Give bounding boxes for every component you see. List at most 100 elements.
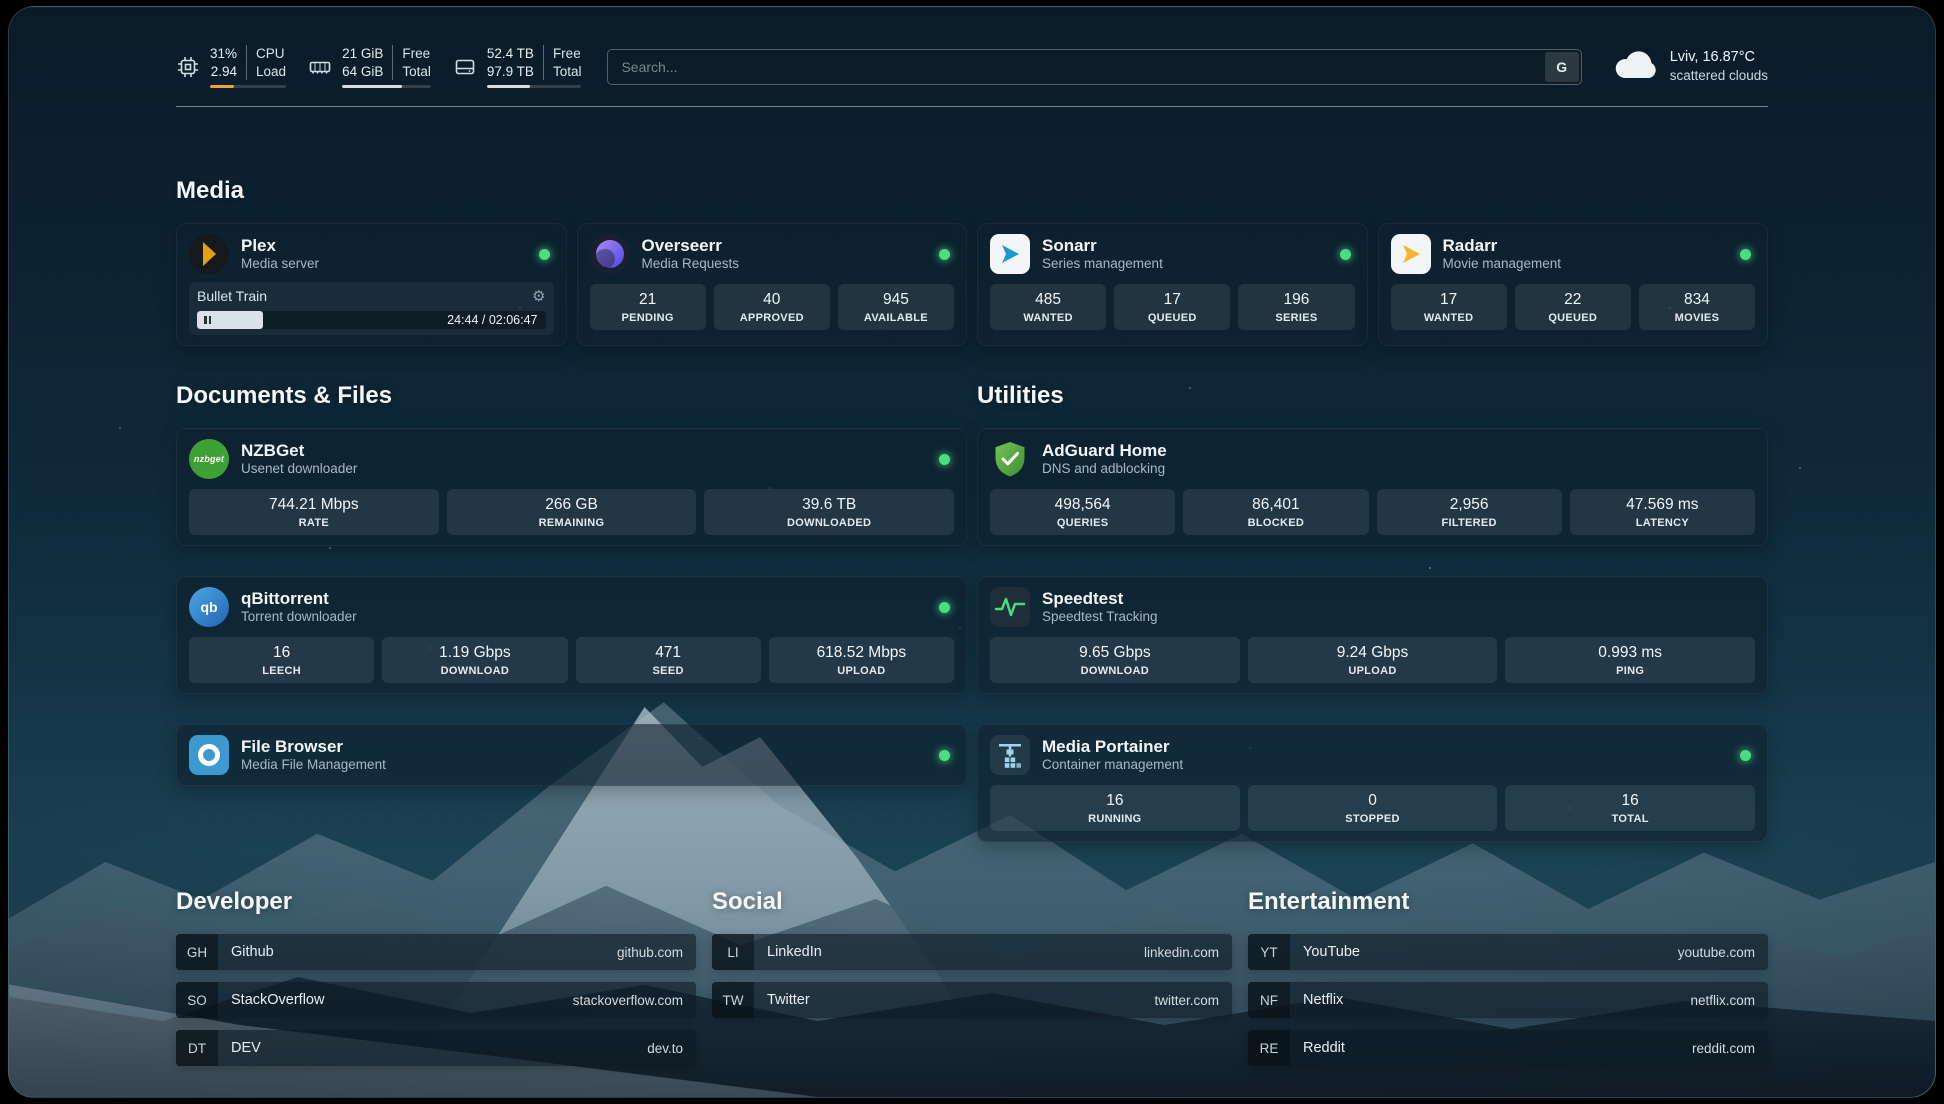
bookmark-abbr: SO [176, 982, 218, 1018]
bookmark-twitter[interactable]: TW Twitter twitter.com [712, 982, 1232, 1018]
service-card-filebrowser[interactable]: File Browser Media File Management [176, 724, 967, 786]
stat-value: 485 [994, 291, 1102, 309]
bookmark-url: stackoverflow.com [573, 993, 683, 1008]
bookmark-name: Reddit [1303, 1040, 1345, 1056]
stat-label: FILTERED [1381, 517, 1558, 529]
stat-label: QUERIES [994, 517, 1171, 529]
stat-queued: 22 QUEUED [1515, 284, 1631, 330]
stat-available: 945 AVAILABLE [838, 284, 954, 330]
stat-value: 0 [1252, 792, 1494, 810]
bookmark-abbr: RE [1248, 1030, 1290, 1066]
stat-label: WANTED [1395, 312, 1503, 324]
gear-icon[interactable]: ⚙ [532, 289, 545, 304]
stat-label: QUEUED [1519, 312, 1627, 324]
bookmark-abbr: YT [1248, 934, 1290, 970]
stat-label: BLOCKED [1187, 517, 1364, 529]
memory-usage-fill [342, 85, 402, 88]
bookmark-reddit[interactable]: RE Reddit reddit.com [1248, 1030, 1768, 1066]
stat-label: PENDING [594, 312, 702, 324]
cpu-usage-fill [210, 85, 234, 88]
stat-label: MOVIES [1643, 312, 1751, 324]
bookmark-url: twitter.com [1154, 993, 1219, 1008]
bookmark-dev[interactable]: DT DEV dev.to [176, 1030, 696, 1066]
section-title-entertainment: Entertainment [1248, 888, 1768, 916]
service-card-plex[interactable]: Plex Media server Bullet Train ⚙ [176, 223, 567, 346]
stat-queued: 17 QUEUED [1114, 284, 1230, 330]
stat-value: 39.6 TB [708, 496, 950, 514]
section-title-documents: Documents & Files [176, 382, 967, 410]
stat-label: DOWNLOADED [708, 517, 950, 529]
disk-label-bottom: Total [553, 63, 582, 81]
service-name: qBittorrent [241, 588, 357, 609]
cpu-load-average: 2.94 [211, 63, 237, 81]
service-subtitle: Torrent downloader [241, 609, 357, 626]
service-name: Plex [241, 235, 319, 256]
stat-value: 17 [1395, 291, 1503, 309]
weather-widget[interactable]: Lviv, 16.87°C scattered clouds [1612, 48, 1768, 86]
search-bar: G [607, 49, 1581, 85]
bookmark-abbr: TW [712, 982, 754, 1018]
stat-approved: 40 APPROVED [714, 284, 830, 330]
stat-value: 16 [193, 644, 370, 662]
stat-label: TOTAL [1509, 813, 1751, 825]
stat-value: 498,564 [994, 496, 1171, 514]
stat-value: 17 [1118, 291, 1226, 309]
cloud-icon [1612, 49, 1658, 84]
status-dot [939, 249, 950, 260]
status-dot [1340, 249, 1351, 260]
bookmark-stackoverflow[interactable]: SO StackOverflow stackoverflow.com [176, 982, 696, 1018]
service-card-portainer[interactable]: Media Portainer Container management 16 … [977, 724, 1768, 842]
stat-label: UPLOAD [1252, 665, 1494, 677]
stat-value: 9.24 Gbps [1252, 644, 1494, 662]
weather-location-temp: Lviv, 16.87°C [1670, 48, 1768, 68]
section-title-media: Media [176, 177, 1768, 205]
stat-label: DOWNLOAD [994, 665, 1236, 677]
service-card-sonarr[interactable]: Sonarr Series management 485 WANTED 17 Q… [977, 223, 1368, 346]
service-card-radarr[interactable]: Radarr Movie management 17 WANTED 22 QUE… [1378, 223, 1769, 346]
bookmark-abbr: GH [176, 934, 218, 970]
adguard-icon [990, 439, 1030, 479]
stat-value: 22 [1519, 291, 1627, 309]
service-card-speedtest[interactable]: Speedtest Speedtest Tracking 9.65 Gbps D… [977, 576, 1768, 694]
service-subtitle: Series management [1042, 256, 1163, 273]
stat-value: 1.19 Gbps [386, 644, 563, 662]
service-name: NZBGet [241, 440, 357, 461]
disk-widget: 52.4 TB 97.9 TB Free Total [453, 45, 582, 88]
bookmark-url: reddit.com [1692, 1041, 1755, 1056]
bookmark-abbr: NF [1248, 982, 1290, 1018]
stat-label: STOPPED [1252, 813, 1494, 825]
service-card-overseerr[interactable]: Overseerr Media Requests 21 PENDING 40 A… [577, 223, 968, 346]
memory-usage-bar [342, 85, 431, 88]
memory-free: 21 GiB [342, 45, 383, 63]
cpu-label-top: CPU [256, 45, 285, 63]
stat-label: SEED [580, 665, 757, 677]
service-card-nzbget[interactable]: nzbget NZBGet Usenet downloader 744.21 M… [176, 428, 967, 546]
bookmark-name: Netflix [1303, 992, 1343, 1008]
cpu-label-bottom: Load [256, 63, 286, 81]
service-card-qbittorrent[interactable]: qb qBittorrent Torrent downloader 16 [176, 576, 967, 694]
search-input[interactable] [607, 49, 1581, 85]
bookmark-url: netflix.com [1690, 993, 1755, 1008]
bookmark-url: dev.to [647, 1041, 683, 1056]
search-engine-button[interactable]: G [1545, 52, 1579, 82]
pause-icon[interactable] [204, 316, 211, 324]
stat-label: RUNNING [994, 813, 1236, 825]
service-name: Speedtest [1042, 588, 1158, 609]
stat-label: LEECH [193, 665, 370, 677]
service-card-adguard[interactable]: AdGuard Home DNS and adblocking 498,564 … [977, 428, 1768, 546]
plex-icon [189, 234, 229, 274]
bookmark-linkedin[interactable]: LI LinkedIn linkedin.com [712, 934, 1232, 970]
stat-stopped: 0 STOPPED [1248, 785, 1498, 831]
stat-series: 196 SERIES [1238, 284, 1354, 330]
playback-progress-bar[interactable]: 24:44 / 02:06:47 [197, 311, 546, 329]
bookmark-youtube[interactable]: YT YouTube youtube.com [1248, 934, 1768, 970]
bookmark-github[interactable]: GH Github github.com [176, 934, 696, 970]
stat-downloaded: 39.6 TB DOWNLOADED [704, 489, 954, 535]
stat-latency: 47.569 ms LATENCY [1570, 489, 1755, 535]
sonarr-icon [990, 234, 1030, 274]
snow-specks [9, 7, 11, 9]
dashboard-screen: 31% 2.94 CPU Load [8, 6, 1936, 1098]
bookmark-netflix[interactable]: NF Netflix netflix.com [1248, 982, 1768, 1018]
stat-label: LATENCY [1574, 517, 1751, 529]
service-name: AdGuard Home [1042, 440, 1167, 461]
